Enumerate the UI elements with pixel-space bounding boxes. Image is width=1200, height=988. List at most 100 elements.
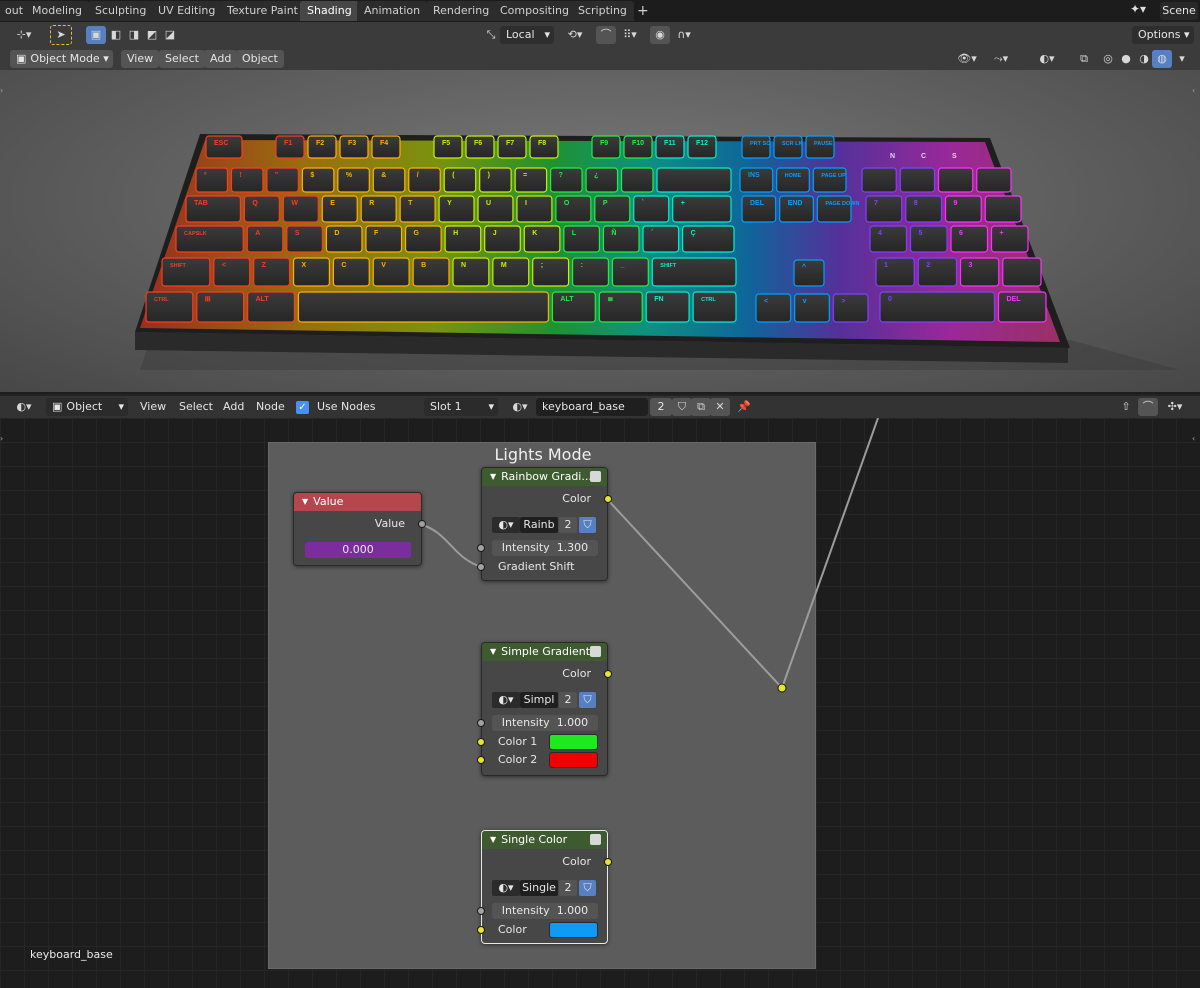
tab-rendering[interactable]: Rendering	[426, 1, 497, 21]
select-intersect-icon[interactable]: ◪	[160, 26, 180, 44]
tab-texture-paint[interactable]: Texture Paint	[220, 1, 305, 21]
tab-shading[interactable]: Shading	[300, 1, 359, 21]
3d-viewport[interactable]: ESC F1 F2 F3 F4 F5 F6 F7 F8 F9 F10 F11 F12 PRT SC SCR …	[0, 70, 1200, 392]
gizmo-icon[interactable]: ⤳▾	[988, 50, 1014, 68]
rainbow-gradient-header[interactable]: ▼ Rainbow Gradi...	[482, 468, 607, 486]
simple-gradient-node[interactable]: ▼ Simple Gradient Color ◐▾ Simpl 2 ⛉ Inte…	[477, 642, 612, 776]
right-sidebar-toggle-icon[interactable]: ‹	[1192, 86, 1200, 98]
value-field[interactable]: 0.000	[305, 542, 411, 558]
tab-uv-editing[interactable]: UV Editing	[151, 1, 223, 21]
options-menu[interactable]: Options ▾	[1132, 26, 1194, 44]
value-output-socket[interactable]	[418, 520, 426, 528]
add-workspace-button[interactable]: +	[630, 1, 656, 21]
proportional-edit-icon[interactable]: ◉	[650, 26, 670, 44]
simple-group-browse-icon[interactable]: ◐▾	[492, 692, 520, 708]
shader-type-select[interactable]: ▣ Object ▾	[46, 398, 128, 416]
node-snap-target-icon[interactable]: ✣▾	[1160, 398, 1190, 416]
falloff-icon[interactable]: ∩▾	[670, 26, 698, 44]
collapse-icon[interactable]: ▼	[490, 643, 496, 661]
select-subtract-icon[interactable]: ◨	[124, 26, 144, 44]
simple-gradient-header[interactable]: ▼ Simple Gradient	[482, 643, 607, 661]
node-menu-select[interactable]: Select	[179, 398, 213, 416]
rainbow-fake-user-icon[interactable]: ⛉	[579, 517, 596, 533]
single-intensity-field[interactable]: Intensity 1.000	[492, 903, 598, 919]
simple-group-name[interactable]: Simpl	[520, 692, 558, 708]
editor-type-icon[interactable]: ⊹▾	[10, 26, 38, 44]
fake-user-shield-icon[interactable]: ⛉	[672, 398, 692, 416]
select-tool-icon[interactable]: ➤	[50, 25, 72, 45]
viewport-menu-object[interactable]: Object	[236, 50, 284, 68]
rainbow-group-browse-icon[interactable]: ◐▾	[492, 517, 520, 533]
single-fake-user-icon[interactable]: ⛉	[579, 880, 596, 896]
single-color-swatch[interactable]	[549, 922, 598, 938]
scene-selector[interactable]: Scene	[1160, 2, 1198, 20]
single-color-node[interactable]: ▼ Single Color Color ◐▾ Single 2 ⛉ Intens…	[477, 830, 612, 944]
snap-icon[interactable]: ⌒	[596, 26, 616, 44]
transform-orientation-icon[interactable]: ⤡	[481, 26, 501, 44]
single-color-output-socket[interactable]	[604, 858, 612, 866]
rainbow-group-name[interactable]: Rainb	[520, 517, 558, 533]
material-user-count[interactable]: 2	[650, 398, 672, 416]
use-nodes-checkbox[interactable]: ✓	[296, 401, 309, 414]
tab-animation[interactable]: Animation	[357, 1, 428, 21]
tab-sculpting[interactable]: Sculpting	[88, 1, 154, 21]
node-toolbar-toggle-icon[interactable]: ›	[0, 434, 8, 446]
simple-color1-swatch[interactable]	[549, 734, 598, 750]
rainbow-intensity-field[interactable]: Intensity 1.300	[492, 540, 598, 556]
rainbow-gradient-node[interactable]: ▼ Rainbow Gradi... Color ◐▾ Rainb 2 ⛉ Int…	[477, 467, 612, 581]
wireframe-shading-icon[interactable]: ◎	[1098, 50, 1118, 68]
overlay-icon[interactable]: ◐▾	[1030, 50, 1064, 68]
simple-color2-swatch[interactable]	[549, 752, 598, 768]
pin-icon[interactable]: 📌	[734, 398, 754, 416]
rainbow-gradient-shift-socket[interactable]	[477, 563, 485, 571]
viewport-menu-view[interactable]: View	[121, 50, 160, 68]
single-intensity-socket[interactable]	[477, 907, 485, 915]
shading-options-icon[interactable]: ▾	[1172, 50, 1192, 68]
pivot-point-icon[interactable]: ⟲▾	[562, 26, 588, 44]
single-group-users[interactable]: 2	[559, 880, 577, 896]
simple-color-output-socket[interactable]	[604, 670, 612, 678]
tab-modeling[interactable]: Modeling	[25, 1, 90, 21]
rendered-shading-icon[interactable]: ◍	[1152, 50, 1172, 68]
simple-intensity-field[interactable]: Intensity 1.000	[492, 715, 598, 731]
node-snap-icon[interactable]: ⌒	[1138, 398, 1158, 416]
simple-color1-socket[interactable]	[477, 738, 485, 746]
select-box-icon[interactable]: ▣	[86, 26, 106, 44]
node-menu-view[interactable]: View	[140, 398, 166, 416]
value-node[interactable]: ▼ Value Value 0.000	[293, 492, 426, 566]
rainbow-intensity-socket[interactable]	[477, 544, 485, 552]
simple-fake-user-icon[interactable]: ⛉	[579, 692, 596, 708]
node-group-icon[interactable]	[590, 646, 601, 657]
visibility-icon[interactable]: 👁▾	[954, 50, 980, 68]
collapse-icon[interactable]: ▼	[490, 468, 496, 486]
viewport-menu-add[interactable]: Add	[204, 50, 238, 68]
node-group-icon[interactable]	[590, 471, 601, 482]
single-color-input-socket[interactable]	[477, 926, 485, 934]
tab-compositing[interactable]: Compositing	[493, 1, 576, 21]
node-editor-type-icon[interactable]: ◐▾	[10, 398, 38, 416]
parent-node-tree-icon[interactable]: ⇧	[1116, 398, 1136, 416]
node-editor-canvas[interactable]: Lights Mode ▼ Value Value 0.000 ▼ Rainbow …	[0, 418, 1200, 988]
collapse-icon[interactable]: ▼	[490, 831, 496, 849]
single-color-header[interactable]: ▼ Single Color	[482, 831, 607, 849]
select-extend-icon[interactable]: ◧	[106, 26, 126, 44]
duplicate-material-icon[interactable]: ⧉	[691, 398, 711, 416]
transform-orientation-select[interactable]: Local ▾	[500, 26, 554, 44]
simple-intensity-socket[interactable]	[477, 719, 485, 727]
material-slot-select[interactable]: Slot 1 ▾	[424, 398, 498, 416]
node-group-icon[interactable]	[590, 834, 601, 845]
mode-select[interactable]: ▣ Object Mode ▾	[10, 50, 113, 68]
rainbow-color-output-socket[interactable]	[604, 495, 612, 503]
left-toolbar-toggle-icon[interactable]: ›	[0, 86, 8, 98]
xray-icon[interactable]: ⧉	[1074, 50, 1094, 68]
single-group-browse-icon[interactable]: ◐▾	[492, 880, 520, 896]
single-group-name[interactable]: Single	[520, 880, 558, 896]
simple-color2-socket[interactable]	[477, 756, 485, 764]
snap-target-icon[interactable]: ⠿▾	[616, 26, 644, 44]
material-shading-icon[interactable]: ◑	[1134, 50, 1154, 68]
material-name-field[interactable]: keyboard_base	[536, 398, 648, 416]
collapse-icon[interactable]: ▼	[302, 493, 308, 511]
material-browse-icon[interactable]: ◐▾	[506, 398, 534, 416]
value-node-header[interactable]: ▼ Value	[294, 493, 421, 511]
tab-scripting[interactable]: Scripting	[571, 1, 634, 21]
